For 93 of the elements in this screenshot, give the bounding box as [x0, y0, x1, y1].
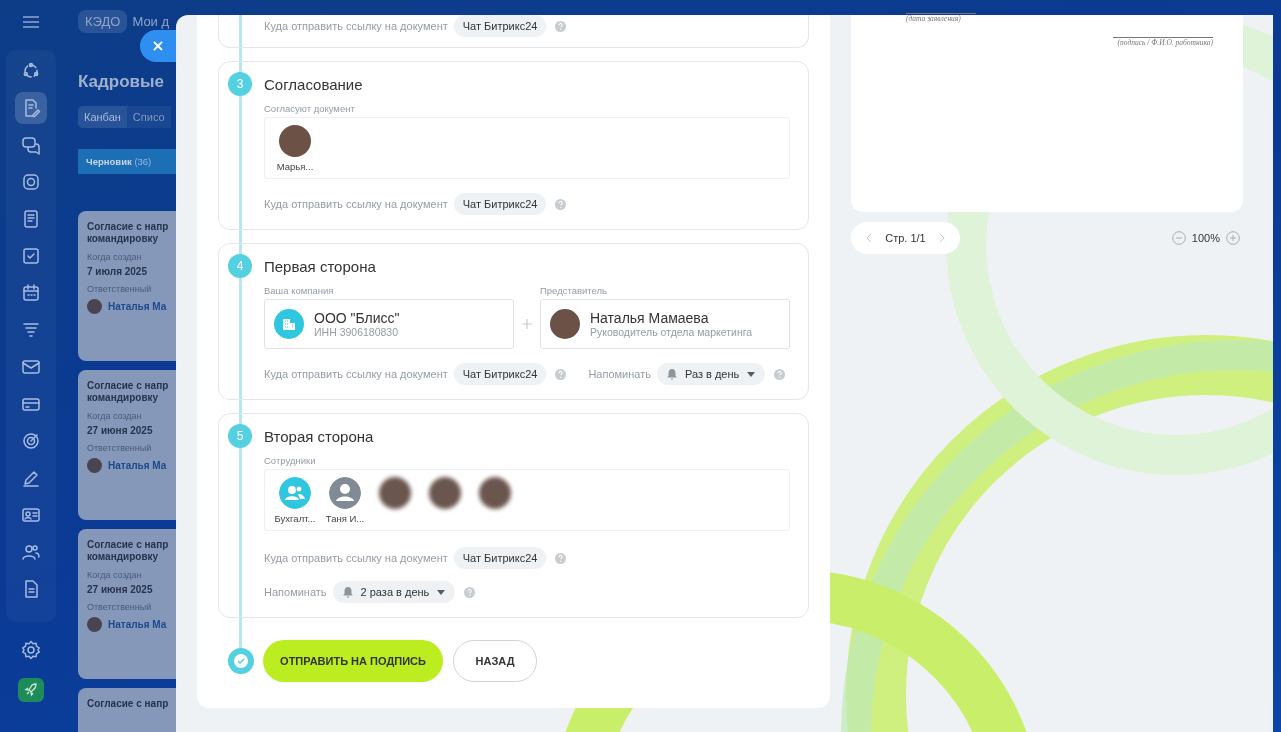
building-icon	[274, 309, 304, 339]
step-title: Согласование	[264, 76, 364, 93]
list-document-icon	[21, 209, 41, 229]
avatar	[87, 458, 102, 473]
person-name: Марья...	[276, 161, 314, 172]
field-label: Представитель	[540, 285, 609, 296]
header-tab[interactable]: Мои д	[132, 9, 170, 33]
avatar	[479, 477, 511, 509]
avatar	[87, 299, 102, 314]
person-name: Таня И...	[325, 513, 365, 524]
remind-dropdown[interactable]: Раз в день	[656, 363, 766, 385]
field-label: Ваша компания	[264, 285, 335, 296]
field-label: Сотрудники	[264, 455, 317, 466]
chat-icon	[21, 135, 41, 155]
device-icon	[21, 172, 41, 192]
avatar	[550, 309, 580, 339]
rocket-icon	[24, 683, 38, 697]
caret-icon	[747, 371, 756, 377]
kanban-card[interactable]: Согласие с напр командировку Когда создан 27 июня 2025 Ответственный Наталья Ма	[78, 370, 176, 520]
people-field[interactable]: Марья...	[264, 117, 790, 179]
link-label: Куда отправить ссылку на документ	[264, 20, 448, 32]
company-inn: ИНН 3906180830	[314, 326, 400, 338]
avatar	[429, 477, 461, 509]
chat-selector[interactable]: Чат Битрикс24	[453, 15, 547, 37]
rocket-button[interactable]	[18, 678, 44, 702]
remind-label: Напоминать	[588, 368, 651, 380]
card-title: Согласие с напр	[87, 698, 170, 710]
zoom-level: 100%	[1191, 232, 1220, 244]
target-icon	[21, 431, 41, 451]
mail-icon	[21, 357, 41, 377]
link-label: Куда отправить ссылку на документ	[264, 552, 448, 564]
date-text: 7 июля 2025	[87, 266, 148, 277]
company-name: ООО "Блисс"	[314, 310, 400, 326]
bell-icon	[342, 586, 353, 598]
chat-selector[interactable]: Чат Битрикс24	[453, 547, 547, 569]
chat-selector[interactable]: Чат Битрикс24	[453, 193, 547, 215]
kanban-card[interactable]: Согласие с напр командировку Когда создан 27 июня 2025 Ответственный Наталья Ма	[78, 529, 176, 679]
step-number: 3	[228, 72, 252, 96]
card-title: Согласие с напр командировку	[87, 380, 170, 404]
step-number: 5	[228, 424, 252, 448]
check-circle-icon	[228, 648, 254, 674]
field-label: Когда создан	[87, 252, 143, 262]
avatar	[379, 477, 411, 509]
field-label: Когда создан	[87, 570, 143, 580]
document-edit-nav-item[interactable]	[15, 92, 47, 124]
id-card-icon	[21, 505, 41, 525]
avatar	[279, 125, 311, 157]
back-button[interactable]: НАЗАД	[453, 640, 537, 682]
column-header: Черновик (36)	[78, 149, 176, 174]
caret-icon	[437, 589, 446, 595]
send-for-signature-button[interactable]: ОТПРАВИТЬ НА ПОДПИСЬ	[263, 640, 443, 682]
close-icon	[153, 41, 163, 51]
view-tab[interactable]: Канбан	[78, 106, 127, 128]
field-label: Ответственный	[87, 443, 153, 453]
calendar-icon	[21, 283, 41, 303]
date-text: 27 июня 2025	[87, 425, 154, 436]
funnel-icon	[21, 320, 41, 340]
user-avatar-icon	[329, 477, 361, 509]
person-name: Наталья Мамаева	[590, 310, 710, 326]
chat-selector[interactable]: Чат Битрикс24	[453, 363, 547, 385]
card-title: Согласие с напр командировку	[87, 221, 170, 245]
plus-icon	[522, 319, 532, 329]
link-label: Куда отправить ссылку на документ	[264, 368, 448, 380]
page-number: Стр. 1/1	[885, 232, 926, 244]
people-icon	[21, 542, 41, 562]
card-title: Согласие с напр командировку	[87, 539, 170, 563]
link-label: Куда отправить ссылку на документ	[264, 198, 448, 210]
step-title: Первая сторона	[264, 258, 377, 275]
pen-icon	[21, 468, 41, 488]
page-title: Кадровые	[78, 72, 165, 92]
field-label: Ответственный	[87, 284, 153, 294]
people-field[interactable]: Бухгалт... Таня И...	[264, 469, 790, 531]
kanban-card[interactable]: Согласие с напр командировку Когда создан 7 июля 2025 Ответственный Наталья Ма	[78, 211, 176, 361]
step-number: 4	[228, 254, 252, 278]
company-field[interactable]: ООО "Блисс" ИНН 3906180830	[264, 299, 514, 349]
field-label: Согласуют документ	[264, 103, 356, 114]
step-title: Вторая сторона	[264, 428, 375, 445]
remind-label: Напоминать	[264, 586, 327, 598]
cycle-icon	[21, 61, 41, 81]
avatar	[87, 617, 102, 632]
remind-dropdown[interactable]: 2 раза в день	[332, 581, 456, 603]
representative-field[interactable]: Наталья Мамаева Руководитель отдела маркетинга	[540, 299, 790, 349]
menu-icon[interactable]	[23, 16, 39, 28]
group-avatar-icon	[279, 477, 311, 509]
person-name: Бухгалт...	[274, 513, 316, 524]
bell-icon	[666, 368, 677, 380]
settings-icon[interactable]	[21, 640, 41, 660]
checkbox-icon	[21, 246, 41, 266]
kanban-card[interactable]: Согласие с напр	[78, 688, 176, 732]
field-label: Ответственный	[87, 602, 153, 612]
field-label: Когда создан	[87, 411, 143, 421]
person-position: Руководитель отдела маркетинга	[590, 326, 753, 338]
date-text: 27 июня 2025	[87, 584, 154, 595]
